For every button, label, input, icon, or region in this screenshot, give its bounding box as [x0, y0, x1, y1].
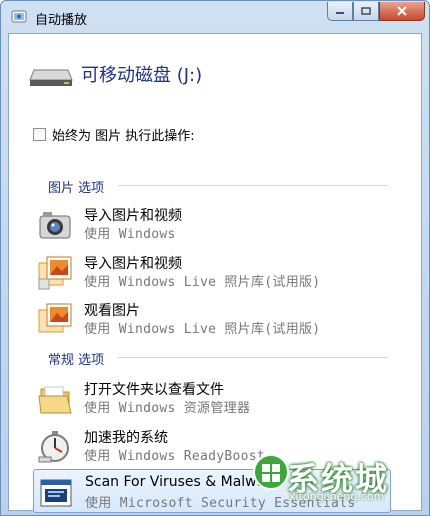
drive-name: 可移动磁盘 (J:) — [81, 65, 203, 86]
option-title: 观看图片 — [84, 303, 140, 319]
option-view-pictures[interactable]: 观看图片 使用 Windows Live 照片库(试用版) — [33, 296, 391, 340]
folder-icon — [38, 386, 72, 414]
section-general-header: 常规 选项 — [48, 353, 105, 368]
section-divider — [118, 185, 388, 186]
autoplay-icon — [11, 10, 27, 23]
title-bar[interactable]: 自动播放 — [1, 1, 429, 33]
option-import-live[interactable]: 导入图片和视频 使用 Windows Live 照片库(试用版) — [33, 249, 391, 293]
option-subtitle: 使用 Windows 资源管理器 — [84, 401, 251, 416]
section-divider — [118, 357, 388, 358]
site-watermark: 系统城 xitongcheng.com — [249, 446, 421, 508]
close-button[interactable] — [379, 2, 425, 21]
photo-gallery-icon — [38, 303, 72, 333]
removable-drive-icon — [29, 69, 73, 86]
option-subtitle: 使用 Windows — [84, 227, 176, 242]
minimize-icon — [336, 12, 344, 14]
window-title: 自动播放 — [35, 13, 88, 28]
option-subtitle: 使用 Windows Live 照片库(试用版) — [84, 275, 321, 290]
minimize-button[interactable] — [327, 2, 353, 21]
always-checkbox[interactable] — [33, 128, 46, 141]
always-label: 始终为 图片 执行此操作: — [52, 129, 195, 144]
option-title: 加速我的系统 — [84, 430, 168, 446]
maximize-icon — [361, 7, 371, 15]
camera-icon — [39, 212, 71, 239]
close-icon — [397, 6, 407, 16]
watermark-logo-icon — [253, 454, 289, 490]
option-subtitle: 使用 Windows ReadyBoost — [84, 449, 266, 464]
option-open-folder[interactable]: 打开文件夹以查看文件 使用 Windows 资源管理器 — [33, 375, 391, 419]
maximize-button[interactable] — [353, 2, 379, 21]
option-title: 导入图片和视频 — [84, 208, 182, 224]
always-do-this-option[interactable]: 始终为 图片 执行此操作: — [33, 125, 195, 144]
security-scan-icon — [40, 479, 72, 507]
autoplay-window: 自动播放 可移动磁盘 (J:) 始终为 图片 执行此操作: 图片 选项 导入图片… — [0, 0, 430, 516]
section-pictures-header: 图片 选项 — [48, 181, 105, 196]
option-title: 导入图片和视频 — [84, 256, 182, 272]
option-import-windows[interactable]: 导入图片和视频 使用 Windows — [33, 201, 391, 245]
option-title: 打开文件夹以查看文件 — [84, 382, 224, 398]
stopwatch-icon — [38, 431, 69, 463]
photo-gallery-icon — [38, 256, 72, 290]
option-subtitle: 使用 Windows Live 照片库(试用版) — [84, 322, 321, 337]
watermark-url: xitongcheng.com — [289, 490, 385, 503]
